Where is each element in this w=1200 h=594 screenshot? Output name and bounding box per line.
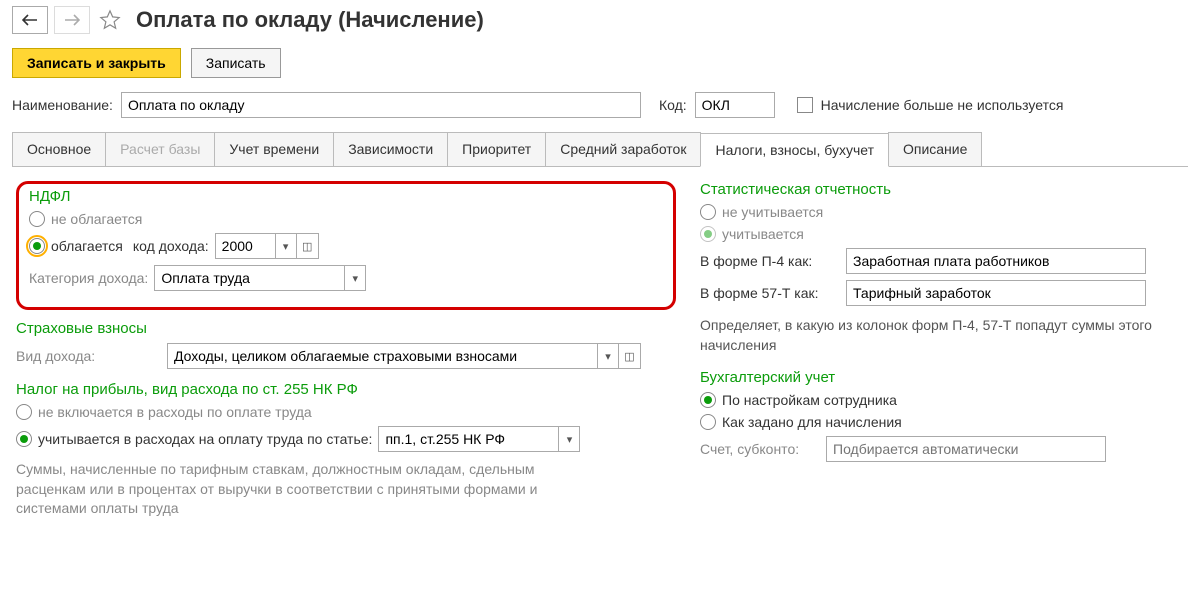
- stats-not-counted-radio[interactable]: [700, 204, 716, 220]
- open-icon[interactable]: ◫: [297, 233, 319, 259]
- back-button[interactable]: [12, 6, 48, 34]
- forward-button[interactable]: [54, 6, 90, 34]
- profit-tax-title: Налог на прибыль, вид расхода по ст. 255…: [16, 381, 676, 398]
- t57-label: В форме 57-Т как:: [700, 285, 840, 301]
- acc-accrual-radio[interactable]: [700, 414, 716, 430]
- page-title: Оплата по окладу (Начисление): [136, 7, 484, 33]
- name-label: Наименование:: [12, 97, 113, 113]
- accounting-title: Бухгалтерский учет: [700, 369, 1184, 386]
- account-label: Счет, субконто:: [700, 441, 820, 457]
- dropdown-icon[interactable]: ▾: [344, 265, 366, 291]
- ndfl-taxed-label: облагается: [51, 238, 123, 254]
- open-icon[interactable]: ◫: [619, 343, 641, 369]
- code-label: Код:: [659, 97, 687, 113]
- ndfl-not-taxed-radio[interactable]: [29, 211, 45, 227]
- code-input[interactable]: [695, 92, 775, 118]
- dropdown-icon[interactable]: ▾: [558, 426, 580, 452]
- ndfl-not-taxed-label: не облагается: [51, 211, 142, 227]
- stats-desc: Определяет, в какую из колонок форм П-4,…: [700, 316, 1184, 355]
- name-input[interactable]: [121, 92, 641, 118]
- tab-avg[interactable]: Средний заработок: [545, 132, 701, 166]
- account-input[interactable]: [826, 436, 1106, 462]
- profit-tax-desc: Суммы, начисленные по тарифным ставкам, …: [16, 460, 576, 519]
- stats-counted-label: учитывается: [722, 226, 804, 242]
- save-button[interactable]: Записать: [191, 48, 281, 78]
- stats-title: Статистическая отчетность: [700, 181, 1184, 198]
- stats-not-counted-label: не учитывается: [722, 204, 823, 220]
- acc-employee-radio[interactable]: [700, 392, 716, 408]
- t57-input[interactable]: [846, 280, 1146, 306]
- tab-base[interactable]: Расчет базы: [105, 132, 215, 166]
- profit-not-included-radio[interactable]: [16, 404, 32, 420]
- profit-included-radio[interactable]: [16, 431, 32, 447]
- tab-main[interactable]: Основное: [12, 132, 106, 166]
- ndfl-taxed-radio[interactable]: [29, 238, 45, 254]
- acc-accrual-label: Как задано для начисления: [722, 414, 902, 430]
- ndfl-title: НДФЛ: [29, 188, 663, 205]
- tab-priority[interactable]: Приоритет: [447, 132, 546, 166]
- tab-deps[interactable]: Зависимости: [333, 132, 448, 166]
- unused-checkbox[interactable]: [797, 97, 813, 113]
- ndfl-code-input[interactable]: [215, 233, 275, 259]
- p4-label: В форме П-4 как:: [700, 253, 840, 269]
- profit-article-input[interactable]: [378, 426, 558, 452]
- star-icon[interactable]: [96, 6, 124, 34]
- profit-included-label: учитывается в расходах на оплату труда п…: [38, 431, 372, 447]
- tab-taxes[interactable]: Налоги, взносы, бухучет: [700, 133, 889, 167]
- insurance-type-input[interactable]: [167, 343, 597, 369]
- ndfl-code-label: код дохода:: [133, 238, 209, 254]
- tab-desc[interactable]: Описание: [888, 132, 982, 166]
- tab-time[interactable]: Учет времени: [214, 132, 334, 166]
- dropdown-icon[interactable]: ▾: [275, 233, 297, 259]
- ndfl-category-input[interactable]: [154, 265, 344, 291]
- stats-counted-radio[interactable]: [700, 226, 716, 242]
- profit-not-included-label: не включается в расходы по оплате труда: [38, 404, 312, 420]
- insurance-type-label: Вид дохода:: [16, 348, 161, 364]
- dropdown-icon[interactable]: ▾: [597, 343, 619, 369]
- save-close-button[interactable]: Записать и закрыть: [12, 48, 181, 78]
- insurance-title: Страховые взносы: [16, 320, 676, 337]
- tabs: Основное Расчет базы Учет времени Зависи…: [12, 132, 1188, 167]
- unused-label: Начисление больше не используется: [821, 97, 1064, 113]
- p4-input[interactable]: [846, 248, 1146, 274]
- ndfl-highlight: НДФЛ не облагается облагается код дохода…: [16, 181, 676, 310]
- ndfl-category-label: Категория дохода:: [29, 270, 148, 286]
- acc-employee-label: По настройкам сотрудника: [722, 392, 897, 408]
